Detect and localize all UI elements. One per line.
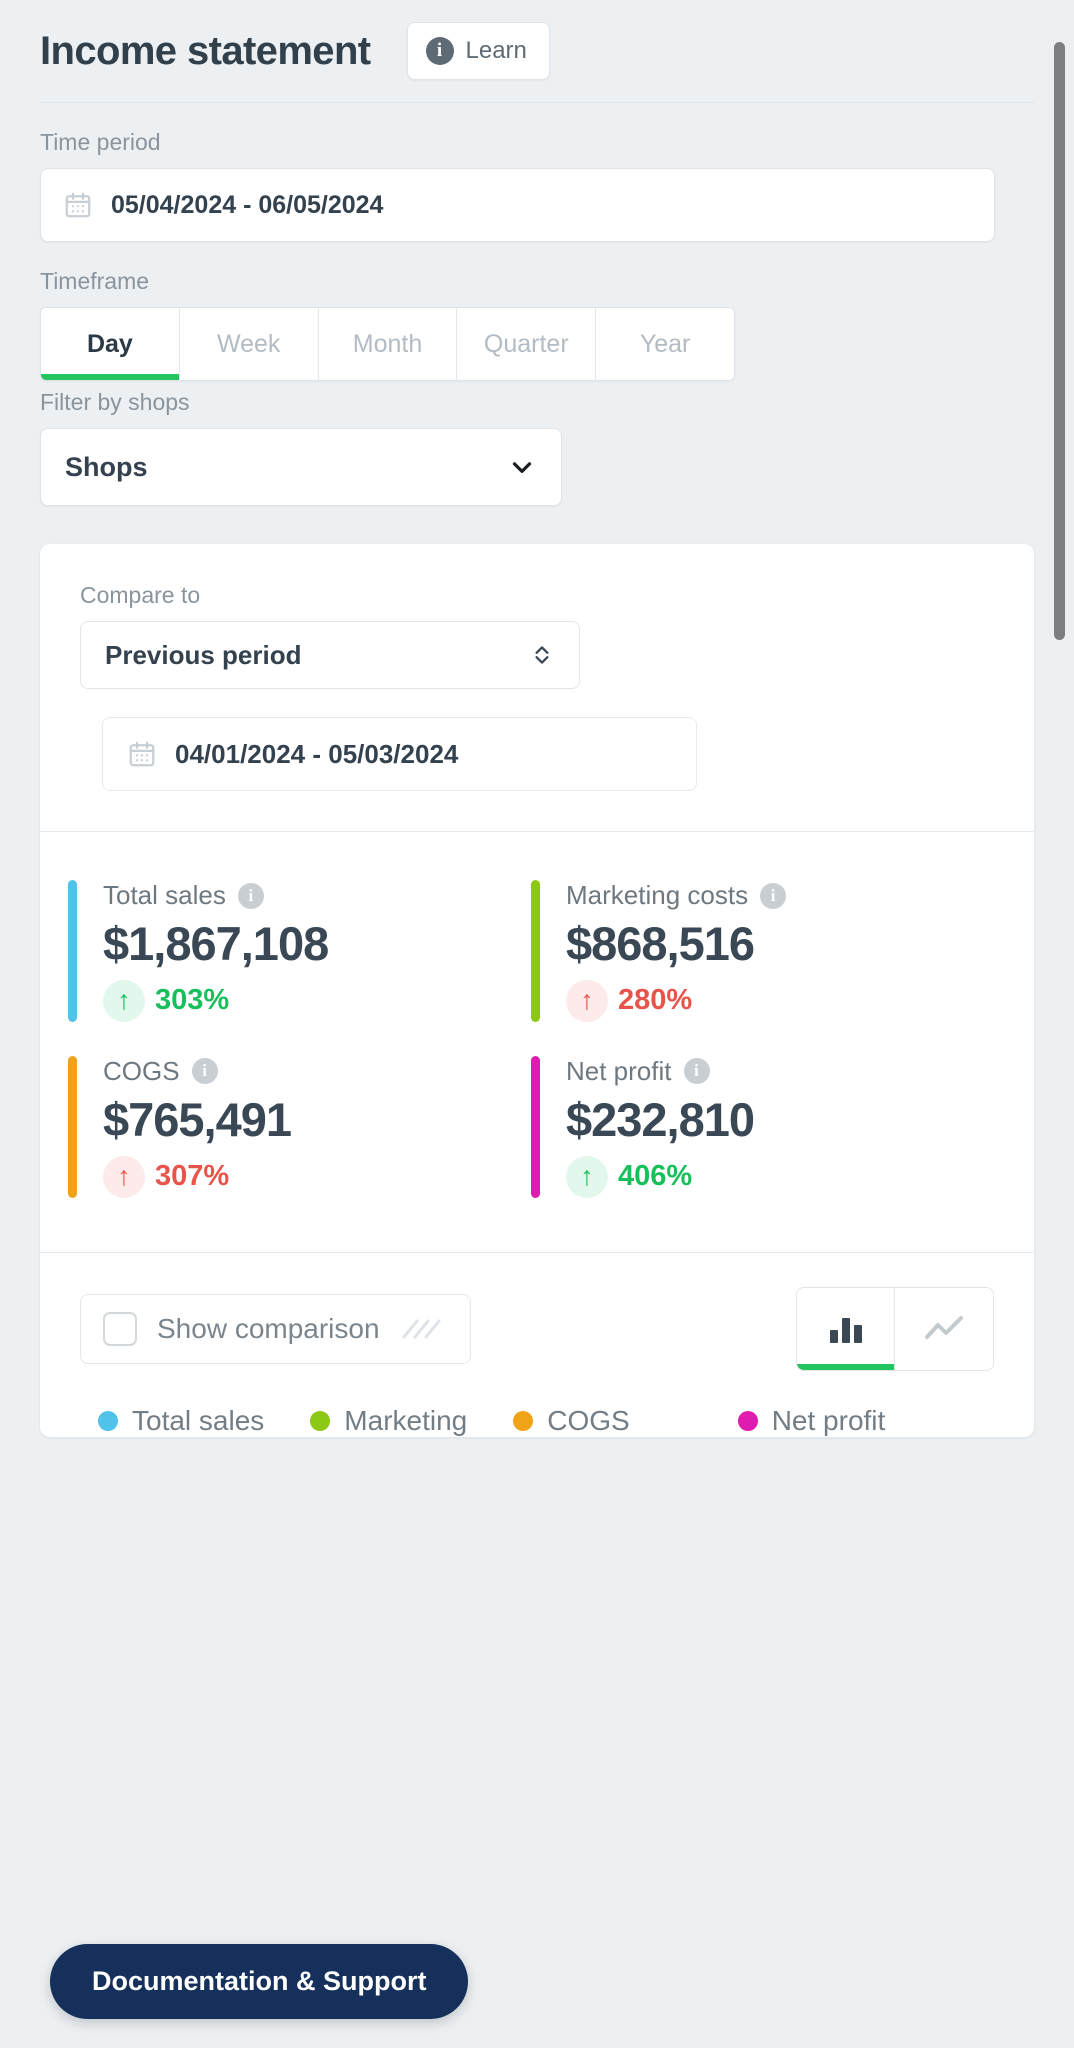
statement-card: Compare to Previous period 04/01/2024 - … [40, 544, 1034, 1437]
metrics-row-1: Total sales i $1,867,108 ↑ 303% Marketin… [68, 866, 994, 1042]
info-icon[interactable]: i [683, 1058, 710, 1085]
metric-value: $765,491 [103, 1092, 292, 1146]
compare-to-label: Compare to [80, 582, 201, 608]
metric-card-cogs[interactable]: COGS i $765,491 ↑ 307% [68, 1042, 531, 1218]
show-comparison-label: Show comparison [157, 1312, 380, 1344]
income-statement-page: Income statement i Learn Time period 05/… [0, 0, 1074, 2048]
metric-card-total-sales[interactable]: Total sales i $1,867,108 ↑ 303% [68, 866, 531, 1042]
metric-accent-bar [531, 880, 540, 1022]
metric-delta-value: 307% [155, 1160, 230, 1192]
timeframe-label: Timeframe [40, 268, 150, 294]
time-period-value: 05/04/2024 - 06/05/2024 [111, 190, 384, 219]
metric-delta-value: 280% [618, 984, 693, 1017]
arrow-up-icon: ↑ [103, 979, 145, 1022]
calendar-icon [65, 192, 91, 218]
timeframe-option-quarter[interactable]: Quarter [457, 308, 597, 380]
metric-accent-bar [531, 1055, 540, 1198]
compare-to-value: Previous period [105, 639, 302, 670]
metric-card-marketing-costs[interactable]: Marketing costs i $868,516 ↑ 280% [531, 866, 994, 1042]
chart-controls: Show comparison [40, 1253, 1034, 1371]
filters-section: Time period 05/04/2024 - 06/05/2024 Time… [0, 129, 1074, 506]
timeframe-option-year[interactable]: Year [596, 308, 734, 380]
legend-item-marketing[interactable]: Marketing [310, 1405, 467, 1437]
metric-delta-value: 303% [155, 984, 230, 1017]
page-title: Income statement [40, 29, 371, 73]
documentation-support-button[interactable]: Documentation & Support [50, 1944, 469, 2019]
legend-item-total-sales[interactable]: Total sales [98, 1405, 264, 1437]
info-icon: i [425, 37, 454, 65]
checkbox-unchecked-icon[interactable] [103, 1311, 137, 1346]
info-icon[interactable]: i [760, 882, 787, 909]
metric-delta: ↑ 303% [103, 979, 328, 1022]
bar-chart-icon [829, 1317, 862, 1343]
chevron-updown-icon [535, 646, 549, 664]
legend-label: Total sales [132, 1404, 265, 1436]
info-icon[interactable]: i [237, 882, 264, 909]
legend-color-dot [98, 1410, 118, 1431]
legend-color-dot [737, 1410, 758, 1431]
metric-delta: ↑ 307% [103, 1155, 291, 1198]
compare-date-value: 04/01/2024 - 05/03/2024 [175, 738, 459, 769]
chevron-down-icon [512, 462, 532, 473]
compare-to-dropdown[interactable]: Previous period [80, 621, 580, 689]
timeframe-option-month[interactable]: Month [318, 308, 458, 380]
header-divider [40, 102, 1034, 103]
metrics-row-2: COGS i $765,491 ↑ 307% Net profit i $232… [68, 1042, 994, 1218]
chart-type-bar-button[interactable] [797, 1287, 895, 1370]
metric-label: Total sales [103, 880, 226, 910]
scrollbar-thumb[interactable] [1054, 42, 1065, 640]
legend-item-net-profit[interactable]: Net profit [737, 1404, 886, 1437]
metric-label: COGS [103, 1055, 180, 1086]
metric-value: $1,867,108 [103, 917, 329, 970]
legend-item-cogs[interactable]: COGS [513, 1404, 630, 1437]
legend-color-dot [310, 1410, 331, 1431]
metric-label: Marketing costs [566, 880, 749, 910]
timeframe-segmented-control: Day Week Month Quarter Year [40, 307, 735, 381]
metric-value: $868,516 [566, 917, 755, 970]
calendar-icon [129, 741, 155, 767]
metric-delta: ↑ 406% [566, 1155, 754, 1198]
show-comparison-toggle[interactable]: Show comparison [80, 1293, 471, 1364]
legend-label: Marketing [344, 1404, 468, 1436]
chart-type-toggle [796, 1286, 994, 1371]
scrollbar-track[interactable] [1054, 0, 1070, 2048]
time-period-label: Time period [40, 129, 161, 155]
hatch-pattern-icon [402, 1319, 441, 1338]
shops-filter-label: Filter by shops [40, 389, 190, 415]
line-chart-icon [925, 1315, 963, 1339]
chart-legend: Total sales Marketing COGS Net profit [40, 1371, 1034, 1437]
info-icon[interactable]: i [191, 1058, 218, 1085]
timeframe-option-week[interactable]: Week [179, 308, 319, 380]
legend-color-dot [513, 1410, 534, 1431]
arrow-up-icon: ↑ [566, 1155, 608, 1198]
metric-delta-value: 406% [618, 1160, 693, 1192]
learn-button[interactable]: i Learn [406, 22, 550, 80]
learn-button-label: Learn [465, 37, 527, 64]
legend-label: COGS [547, 1404, 630, 1436]
metrics-grid: Total sales i $1,867,108 ↑ 303% Marketin… [40, 832, 1034, 1252]
shops-dropdown[interactable]: Shops [40, 428, 562, 506]
legend-label: Net profit [771, 1404, 886, 1436]
metric-card-net-profit[interactable]: Net profit i $232,810 ↑ 406% [531, 1042, 994, 1218]
metric-label: Net profit [566, 1055, 672, 1086]
compare-section: Compare to Previous period 04/01/2024 - … [40, 544, 1034, 831]
time-period-input[interactable]: 05/04/2024 - 06/05/2024 [40, 168, 995, 242]
shops-dropdown-value: Shops [65, 451, 148, 482]
metric-value: $232,810 [566, 1092, 755, 1146]
page-header: Income statement i Learn [0, 0, 1074, 80]
metric-accent-bar [68, 1055, 77, 1198]
arrow-up-icon: ↑ [103, 1155, 145, 1198]
metric-delta: ↑ 280% [566, 979, 786, 1022]
timeframe-option-day[interactable]: Day [41, 308, 180, 380]
metric-accent-bar [68, 880, 77, 1022]
arrow-up-icon: ↑ [566, 979, 608, 1022]
compare-date-input[interactable]: 04/01/2024 - 05/03/2024 [102, 717, 697, 791]
chart-type-line-button[interactable] [895, 1287, 993, 1370]
